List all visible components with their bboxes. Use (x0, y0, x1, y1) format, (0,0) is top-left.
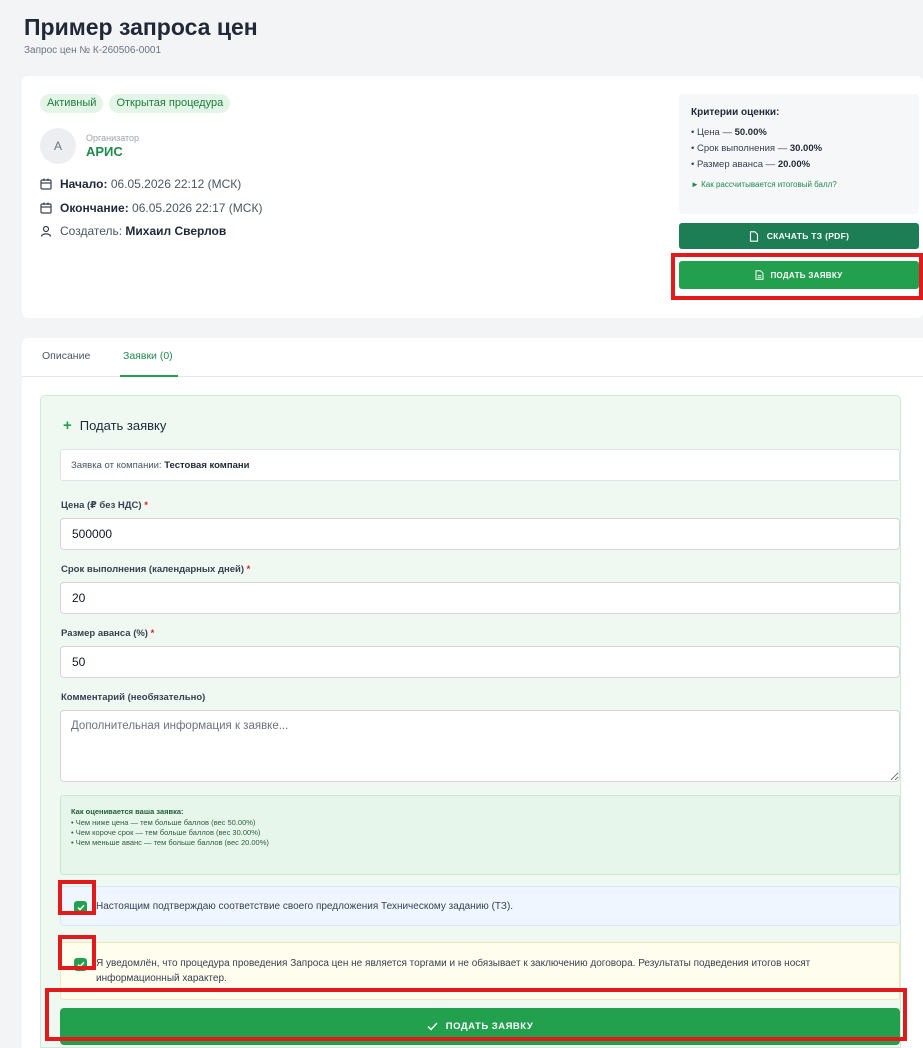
duration-label: Срок выполнения (календарных дней) * (61, 564, 251, 575)
duration-input[interactable] (60, 582, 900, 614)
start-date-line: Начало: 06.05.2026 22:12 (МСК) (40, 177, 241, 191)
page-title: Пример запроса цен (24, 14, 258, 40)
scoring-list: • Чем ниже цена — тем больше баллов (вес… (71, 818, 889, 848)
page: Пример запроса цен Запрос цен № К-260506… (0, 0, 923, 1048)
submit-top-label: ПОДАТЬ ЗАЯВКУ (770, 270, 843, 280)
document-icon (755, 270, 764, 280)
organizer-label: Организатор (86, 133, 140, 143)
calendar-icon (40, 178, 52, 190)
criteria-item: • Цена — 50.00% (691, 127, 767, 138)
summary-card: Активный Открытая процедура А Организато… (22, 76, 923, 318)
end-date-line: Окончание: 06.05.2026 22:17 (МСК) (40, 201, 262, 215)
checkmark-icon (427, 1022, 438, 1031)
price-input[interactable] (60, 518, 900, 550)
scoring-item: • Чем ниже цена — тем больше баллов (вес… (71, 818, 256, 827)
tz-confirmation-checkbox[interactable] (74, 901, 87, 914)
end-value: 06.05.2026 22:17 (МСК) (128, 201, 263, 215)
checkmark-icon (76, 904, 85, 911)
submit-application-top-button[interactable]: ПОДАТЬ ЗАЯВКУ (679, 261, 919, 289)
creator-label: Создатель: (60, 224, 126, 238)
organizer-block: А Организатор АРИС (40, 128, 139, 164)
scoring-item: • Чем меньше аванс — тем больше баллов (… (71, 838, 269, 847)
tz-confirmation-text: Настоящим подтверждаю соответствие своег… (96, 901, 514, 912)
creator-name: Михаил Сверлов (125, 224, 227, 238)
file-icon (749, 230, 758, 242)
start-label: Начало: (60, 177, 108, 191)
criteria-item: • Срок выполнения — 30.00% (691, 143, 823, 154)
applications-card: Описание Заявки (0) + Подать заявку Заяв… (22, 338, 923, 1048)
application-form: + Подать заявку Заявка от компании: Тест… (40, 395, 901, 1048)
start-value: 06.05.2026 22:12 (МСК) (107, 177, 242, 191)
request-number: Запрос цен № К-260506-0001 (24, 45, 162, 56)
company-name: Тестовая компани (164, 460, 250, 471)
plus-icon: + (63, 417, 72, 434)
tz-confirmation: Настоящим подтверждаю соответствие своег… (60, 886, 900, 926)
checkmark-icon (76, 961, 85, 968)
procedure-type-badge: Открытая процедура (109, 94, 231, 113)
advance-label: Размер аванса (%) * (61, 628, 155, 639)
comment-label: Комментарий (необязательно) (61, 692, 206, 703)
tabs: Описание Заявки (0) (22, 338, 923, 377)
company-info: Заявка от компании: Тестовая компани (60, 449, 900, 481)
notice-confirmation: Я уведомлён, что процедура проведения За… (60, 942, 900, 1000)
tab-description[interactable]: Описание (42, 350, 90, 362)
download-tz-label: СКАЧАТЬ ТЗ (PDF) (766, 231, 850, 241)
criteria-title: Критерии оценки: (691, 107, 780, 118)
avatar: А (40, 128, 76, 164)
scoring-item: • Чем короче срок — тем больше баллов (в… (71, 828, 261, 837)
status-badge-active: Активный (40, 94, 104, 113)
status-badges: Активный Открытая процедура (40, 94, 231, 113)
company-label: Заявка от компании: (71, 460, 165, 471)
active-tab-indicator (120, 375, 178, 377)
scoring-info: Как оценивается ваша заявка: • Чем ниже … (60, 795, 900, 875)
notice-confirmation-checkbox[interactable] (74, 958, 87, 971)
advance-input[interactable] (60, 646, 900, 678)
form-title-text: Подать заявку (79, 418, 167, 433)
calendar-icon (40, 202, 52, 214)
end-label: Окончание: (60, 201, 129, 215)
score-calculation-toggle[interactable]: ► Как рассчитывается итоговый балл? (691, 180, 837, 189)
evaluation-criteria: Критерии оценки: • Цена — 50.00% • Срок … (679, 94, 919, 214)
scoring-title: Как оценивается ваша заявка: (71, 807, 184, 816)
comment-textarea[interactable] (60, 710, 900, 782)
organizer-name-link[interactable]: АРИС (86, 144, 139, 159)
user-icon (40, 225, 52, 237)
criteria-item: • Размер аванса — 20.00% (691, 159, 811, 170)
form-title: + Подать заявку (63, 417, 166, 434)
price-label: Цена (₽ без НДС) * (61, 500, 148, 511)
submit-application-button[interactable]: ПОДАТЬ ЗАЯВКУ (60, 1008, 900, 1045)
tab-applications[interactable]: Заявки (0) (123, 350, 173, 362)
download-tz-button[interactable]: СКАЧАТЬ ТЗ (PDF) (679, 223, 919, 249)
criteria-list: • Цена — 50.00% • Срок выполнения — 30.0… (691, 125, 822, 173)
notice-confirmation-text: Я уведомлён, что процедура проведения За… (96, 958, 811, 984)
submit-label: ПОДАТЬ ЗАЯВКУ (445, 1021, 534, 1032)
creator-line: Создатель: Михаил Сверлов (40, 224, 226, 238)
